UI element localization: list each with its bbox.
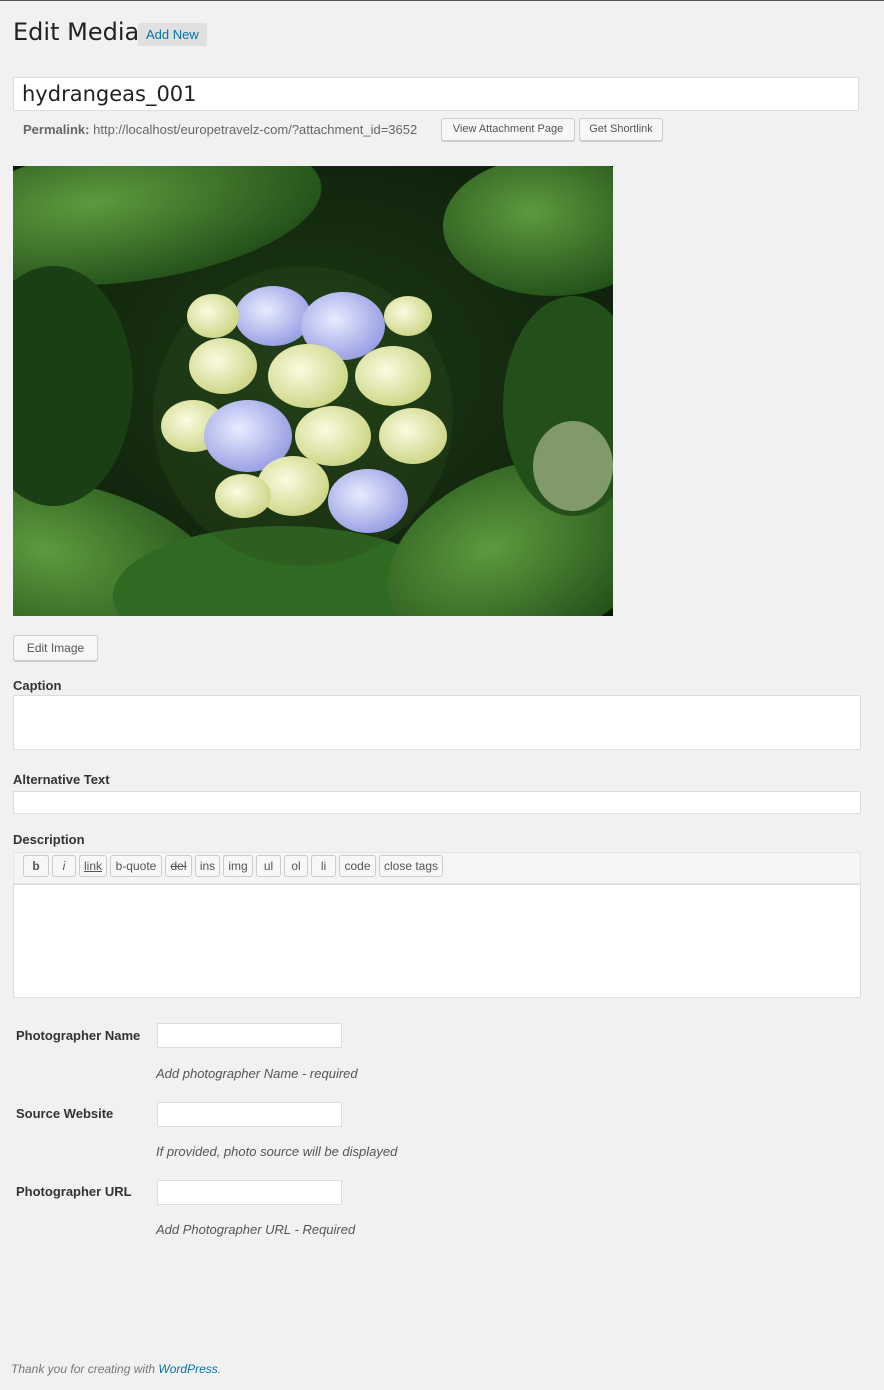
add-new-button[interactable]: Add New xyxy=(138,23,207,46)
photographer-name-label: Photographer Name xyxy=(16,1028,141,1043)
quicktag-img-button[interactable]: img xyxy=(223,855,253,877)
quicktag-code-button[interactable]: code xyxy=(339,855,376,877)
quicktag-del-button[interactable]: del xyxy=(165,855,192,877)
description-label: Description xyxy=(13,832,85,847)
caption-label: Caption xyxy=(13,678,62,693)
wordpress-link[interactable]: WordPress xyxy=(158,1362,217,1376)
title-input[interactable]: hydrangeas_001 xyxy=(13,77,859,111)
source-website-label: Source Website xyxy=(16,1106,114,1121)
permalink-url[interactable]: http://localhost/europetravelz-com/?atta… xyxy=(93,122,417,137)
quicktag-close-tags-button[interactable]: close tags xyxy=(379,855,443,877)
footer-period: . xyxy=(217,1362,222,1376)
quicktag-li-button[interactable]: li xyxy=(311,855,336,877)
permalink-row: Permalink: http://localhost/europetravel… xyxy=(23,122,417,137)
source-website-help: If provided, photo source will be displa… xyxy=(156,1144,398,1159)
alt-text-label: Alternative Text xyxy=(13,772,110,787)
source-website-input[interactable] xyxy=(157,1102,342,1127)
quicktag-bold-button[interactable]: b xyxy=(23,855,49,877)
quicktag-italic-button[interactable]: i xyxy=(52,855,76,877)
media-image xyxy=(13,166,613,616)
footer-text: Thank you for creating with xyxy=(11,1362,156,1376)
photographer-url-help: Add Photographer URL - Required xyxy=(156,1222,356,1237)
edit-image-button[interactable]: Edit Image xyxy=(13,635,98,661)
alt-text-input[interactable] xyxy=(13,791,861,814)
top-border xyxy=(0,0,884,1)
view-attachment-page-button[interactable]: View Attachment Page xyxy=(441,118,575,141)
photographer-name-help: Add photographer Name - required xyxy=(156,1066,358,1081)
footer-credit: Thank you for creating with WordPress. xyxy=(11,1362,221,1376)
quicktag-link-button[interactable]: link xyxy=(79,855,107,877)
photographer-url-label: Photographer URL xyxy=(16,1184,132,1199)
photographer-url-input[interactable] xyxy=(157,1180,342,1205)
get-shortlink-button[interactable]: Get Shortlink xyxy=(579,118,663,141)
quicktag-ul-button[interactable]: ul xyxy=(256,855,281,877)
quicktag-ol-button[interactable]: ol xyxy=(284,855,308,877)
quicktag-ins-button[interactable]: ins xyxy=(195,855,220,877)
permalink-label: Permalink: xyxy=(23,122,90,137)
caption-textarea[interactable] xyxy=(13,695,861,750)
photographer-name-input[interactable] xyxy=(157,1023,342,1048)
description-textarea[interactable] xyxy=(13,884,861,998)
hydrangea-photo xyxy=(13,166,613,616)
page-title: Edit Media xyxy=(13,18,140,46)
quicktag-bquote-button[interactable]: b-quote xyxy=(110,855,162,877)
